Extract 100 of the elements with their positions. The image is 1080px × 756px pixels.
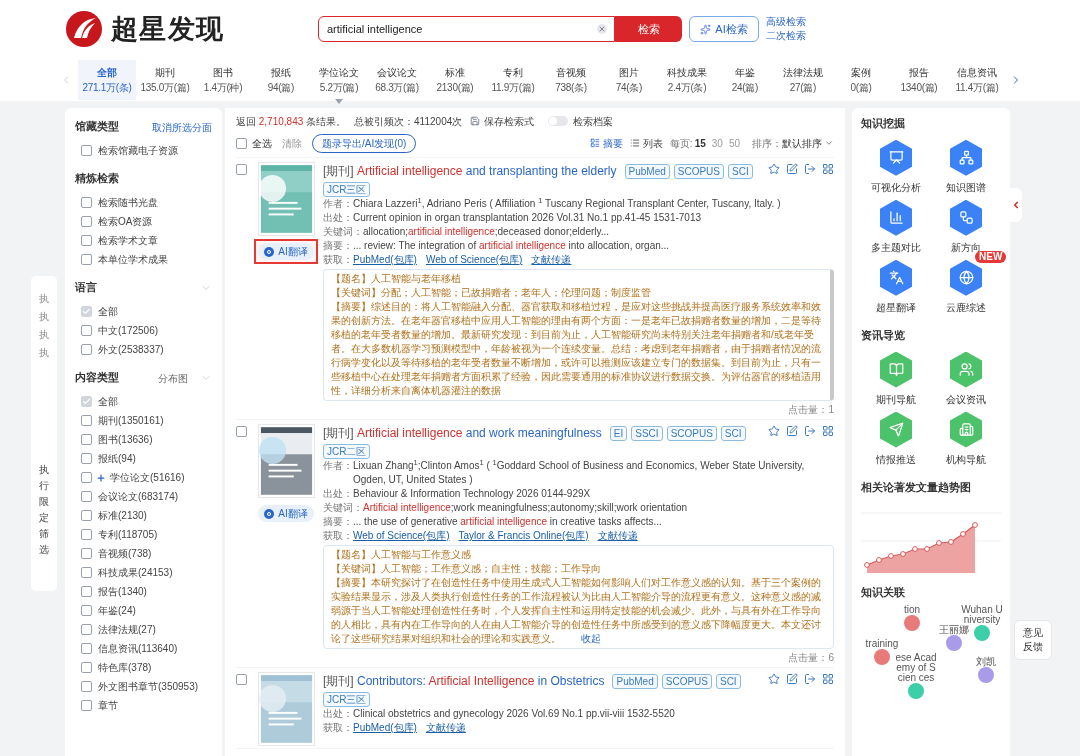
- access-link[interactable]: PubMed(包库): [353, 721, 417, 735]
- filter-option[interactable]: 学位论文(51616): [110, 470, 185, 485]
- access-link[interactable]: PubMed(包库): [353, 253, 417, 267]
- checkbox[interactable]: [81, 662, 92, 673]
- filter-option[interactable]: 法律法规(27): [98, 622, 156, 637]
- category-tab[interactable]: 专利 11.9万(篇): [484, 59, 542, 100]
- grid-icon[interactable]: [822, 163, 834, 175]
- grid-icon[interactable]: [822, 425, 834, 437]
- record-title[interactable]: [期刊] Artificial intelligence and work meaningfulness: [323, 424, 602, 442]
- feedback-button[interactable]: 意见反馈: [1014, 620, 1052, 660]
- checkbox[interactable]: [81, 510, 92, 521]
- edit-icon[interactable]: [786, 425, 798, 437]
- graph-node[interactable]: [904, 615, 920, 631]
- checkbox[interactable]: [81, 325, 92, 336]
- graph-node[interactable]: [974, 625, 990, 641]
- category-tab[interactable]: 案例 0(篇): [832, 59, 890, 100]
- access-link[interactable]: 文献传递: [425, 721, 466, 735]
- view-option[interactable]: 列表: [629, 135, 663, 151]
- category-tab[interactable]: 学位论文 5.2万(篇): [310, 59, 368, 100]
- expand-icon[interactable]: [96, 472, 106, 483]
- category-tab[interactable]: 标准 2130(篇): [426, 59, 484, 100]
- share-icon[interactable]: [804, 673, 816, 685]
- ai-search-button[interactable]: AI检索: [689, 16, 759, 42]
- save-icon[interactable]: [470, 116, 481, 126]
- tool-label[interactable]: 超星翻译: [876, 299, 916, 315]
- category-tab[interactable]: 法律法规 27(篇): [774, 59, 832, 100]
- category-tab[interactable]: 报告 1340(篇): [890, 59, 948, 100]
- checkbox[interactable]: [81, 197, 92, 208]
- save-query-link[interactable]: 保存检索式: [484, 113, 535, 129]
- category-tab[interactable]: 年鉴 24(篇): [716, 59, 774, 100]
- filter-option[interactable]: 科技成果(24153): [98, 565, 173, 580]
- star-icon[interactable]: [768, 163, 780, 175]
- filter-option[interactable]: 中文(172506): [98, 323, 159, 338]
- checkbox[interactable]: [81, 548, 92, 559]
- filter-option[interactable]: 检索馆藏电子资源: [98, 143, 178, 158]
- filter-option[interactable]: 检索OA资源: [98, 214, 153, 229]
- edit-icon[interactable]: [786, 673, 798, 685]
- filter-option[interactable]: 外文(2538337): [98, 342, 164, 357]
- filter-option[interactable]: 全部: [98, 304, 118, 319]
- view-option[interactable]: 摘要: [589, 135, 623, 151]
- share-icon[interactable]: [804, 425, 816, 437]
- filter-option[interactable]: 章节: [98, 698, 118, 713]
- graph-node[interactable]: [874, 649, 890, 665]
- clear-icon[interactable]: [597, 24, 607, 34]
- filter-option[interactable]: 会议论文(683174): [98, 489, 179, 504]
- filter-option[interactable]: 音视频(738): [98, 546, 152, 561]
- checkbox[interactable]: [236, 164, 247, 175]
- checkbox[interactable]: [81, 434, 92, 445]
- collapse-handle[interactable]: [1010, 188, 1022, 222]
- ai-translate-button[interactable]: AI翻译: [258, 243, 314, 260]
- checkbox[interactable]: [81, 700, 92, 711]
- checkbox[interactable]: [236, 674, 247, 685]
- record-title[interactable]: [期刊] Contributors: Artificial Intelligence in Obstetrics: [323, 672, 605, 690]
- clear-facets-link[interactable]: 取消所选分面: [152, 119, 212, 135]
- filter-option[interactable]: 本单位学术成果: [98, 252, 168, 267]
- tool-label[interactable]: 期刊导航: [876, 391, 916, 407]
- filter-option[interactable]: 检索随书光盘: [98, 195, 158, 210]
- tool-label[interactable]: 情报推送: [876, 451, 916, 467]
- star-icon[interactable]: [768, 673, 780, 685]
- tool-label[interactable]: 多主题对比: [871, 239, 921, 255]
- checkbox[interactable]: [81, 453, 92, 464]
- category-tab[interactable]: 音视频 738(条): [542, 59, 600, 100]
- filter-option[interactable]: 期刊(1350161): [98, 413, 164, 428]
- checkbox[interactable]: [81, 643, 92, 654]
- checkbox[interactable]: [81, 605, 92, 616]
- checkbox[interactable]: [81, 415, 92, 426]
- tool-label[interactable]: 知识图谱: [946, 179, 986, 195]
- checkbox[interactable]: [81, 491, 92, 502]
- star-icon[interactable]: [768, 425, 780, 437]
- search-field[interactable]: artificial intelligence: [318, 16, 615, 42]
- checkbox[interactable]: [81, 344, 92, 355]
- category-tab[interactable]: 全部 271.1万(条): [78, 59, 136, 100]
- filter-option[interactable]: 报告(1340): [98, 584, 147, 599]
- checkbox[interactable]: [236, 426, 247, 437]
- edit-icon[interactable]: [786, 163, 798, 175]
- tool-label[interactable]: 机构导航: [946, 451, 986, 467]
- filter-option[interactable]: 标准(2130): [98, 508, 147, 523]
- filter-option[interactable]: 年鉴(24): [98, 603, 136, 618]
- checkbox[interactable]: [236, 137, 247, 149]
- grid-icon[interactable]: [822, 673, 834, 685]
- distribution-link[interactable]: 分布图: [158, 370, 188, 386]
- ai-translate-button[interactable]: AI翻译: [258, 505, 314, 522]
- search-link[interactable]: 高级检索: [766, 15, 806, 29]
- access-link[interactable]: 文献传递: [597, 529, 638, 543]
- checkbox[interactable]: [81, 254, 92, 265]
- checkbox[interactable]: [81, 306, 92, 317]
- filter-option[interactable]: 检索学术文章: [98, 233, 158, 248]
- checkbox[interactable]: [81, 235, 92, 246]
- checkbox[interactable]: [81, 472, 92, 483]
- graph-node[interactable]: [908, 683, 924, 699]
- filter-option[interactable]: 全部: [98, 394, 118, 409]
- share-icon[interactable]: [804, 163, 816, 175]
- category-tab[interactable]: 信息资讯 11.4万(篇): [948, 59, 1006, 100]
- tool-label[interactable]: 会议资讯: [946, 391, 986, 407]
- filter-option[interactable]: 外文图书章节(350953): [98, 679, 199, 694]
- category-tab[interactable]: 科技成果 2.4万(条): [658, 59, 716, 100]
- per-page-option[interactable]: 15: [694, 135, 706, 151]
- access-link[interactable]: 文献传递: [531, 253, 572, 267]
- search-button[interactable]: 检索: [615, 16, 682, 42]
- collapse-link[interactable]: 收起: [581, 633, 601, 644]
